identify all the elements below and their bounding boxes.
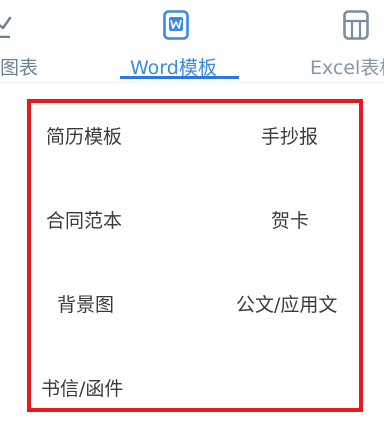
- active-tab-indicator: [120, 76, 239, 79]
- tab-excel-templates[interactable]: Excel表格: [310, 0, 384, 82]
- tab-divider: [0, 82, 384, 83]
- category-panel: 简历模板 手抄报 合同范本 贺卡 背景图 公文/应用文 书信/函件: [27, 99, 363, 412]
- category-greeting-card[interactable]: 贺卡: [271, 209, 309, 233]
- category-resume[interactable]: 简历模板: [46, 125, 122, 149]
- tab-word-templates[interactable]: Word模板: [118, 0, 242, 82]
- category-handwritten-newspaper[interactable]: 手抄报: [261, 125, 318, 149]
- category-contract[interactable]: 合同范本: [46, 209, 122, 233]
- category-official-document[interactable]: 公文/应用文: [236, 293, 337, 317]
- category-background[interactable]: 背景图: [57, 293, 114, 317]
- template-picker: 图表 Word模板 Excel表格: [0, 0, 384, 430]
- word-icon: [163, 10, 189, 44]
- tab-excel-label: Excel表格: [310, 57, 384, 79]
- category-letter[interactable]: 书信/函件: [41, 377, 123, 401]
- tab-chart[interactable]: 图表: [0, 0, 58, 82]
- excel-icon: [343, 10, 369, 44]
- tab-chart-label: 图表: [0, 57, 39, 79]
- template-tab-bar: 图表 Word模板 Excel表格: [0, 0, 384, 82]
- chart-icon: [0, 10, 12, 42]
